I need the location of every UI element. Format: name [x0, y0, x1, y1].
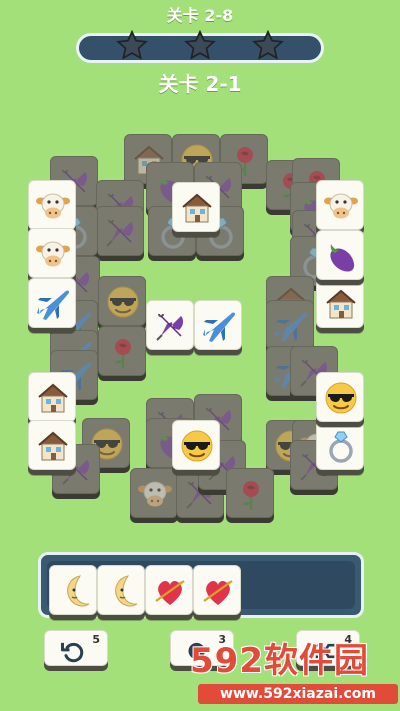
tile-sunglasses-face — [98, 276, 146, 326]
airplane-icon — [37, 290, 70, 320]
tile-cow[interactable] — [316, 180, 364, 230]
house-icon — [38, 431, 68, 461]
tile-airplane — [266, 300, 314, 350]
moon-face-icon — [67, 575, 90, 607]
tile-board — [0, 0, 400, 540]
tile-house[interactable] — [316, 278, 364, 328]
tray-tile-moon-face — [49, 565, 97, 615]
undo-count: 5 — [92, 633, 100, 646]
tray-slots — [47, 561, 355, 615]
tile-eggplant[interactable] — [316, 230, 364, 280]
tray-tile-heart-arrow — [193, 565, 241, 615]
tile-umbrella — [96, 206, 144, 256]
cow-icon — [138, 481, 172, 507]
sunglasses-face-icon — [181, 430, 213, 462]
cow-icon — [36, 193, 70, 219]
sunglasses-face-icon — [107, 286, 139, 318]
tile-sunglasses-face[interactable] — [172, 420, 220, 470]
tile-ring[interactable] — [316, 420, 364, 470]
tile-cow — [130, 468, 178, 518]
tile-rose — [98, 326, 146, 376]
tile-umbrella[interactable] — [146, 300, 194, 350]
tile-airplane[interactable] — [194, 300, 242, 350]
heart-arrow-icon — [155, 580, 185, 605]
watermark-url: www.592xiazai.com — [198, 684, 398, 704]
tile-cow[interactable] — [28, 180, 76, 230]
house-icon — [326, 289, 356, 319]
tile-rose — [226, 468, 274, 518]
airplane-icon — [275, 312, 308, 342]
tile-house[interactable] — [172, 182, 220, 232]
eggplant-icon — [330, 244, 355, 272]
undo-icon — [60, 642, 84, 663]
tile-tray — [38, 552, 364, 618]
tile-house[interactable] — [28, 420, 76, 470]
watermark-logo: 592软件园 — [190, 641, 369, 681]
rose-icon — [243, 481, 259, 510]
tile-airplane[interactable] — [28, 278, 76, 328]
house-icon — [38, 383, 68, 413]
cow-icon — [324, 193, 358, 219]
tray-tile-moon-face — [97, 565, 145, 615]
airplane-icon — [203, 312, 236, 342]
tile-sunglasses-face[interactable] — [316, 372, 364, 422]
tray-tile-heart-arrow — [145, 565, 193, 615]
tile-cow[interactable] — [28, 228, 76, 278]
tile-house[interactable] — [28, 372, 76, 422]
sunglasses-face-icon — [325, 382, 357, 414]
umbrella-icon — [156, 313, 184, 341]
umbrella-icon — [106, 219, 134, 247]
moon-face-icon — [115, 575, 138, 607]
undo-button[interactable]: 5 — [44, 630, 108, 666]
rose-icon — [115, 339, 131, 368]
ring-icon — [329, 431, 353, 463]
heart-arrow-icon — [203, 580, 233, 605]
house-icon — [182, 193, 212, 223]
cow-icon — [36, 241, 70, 267]
